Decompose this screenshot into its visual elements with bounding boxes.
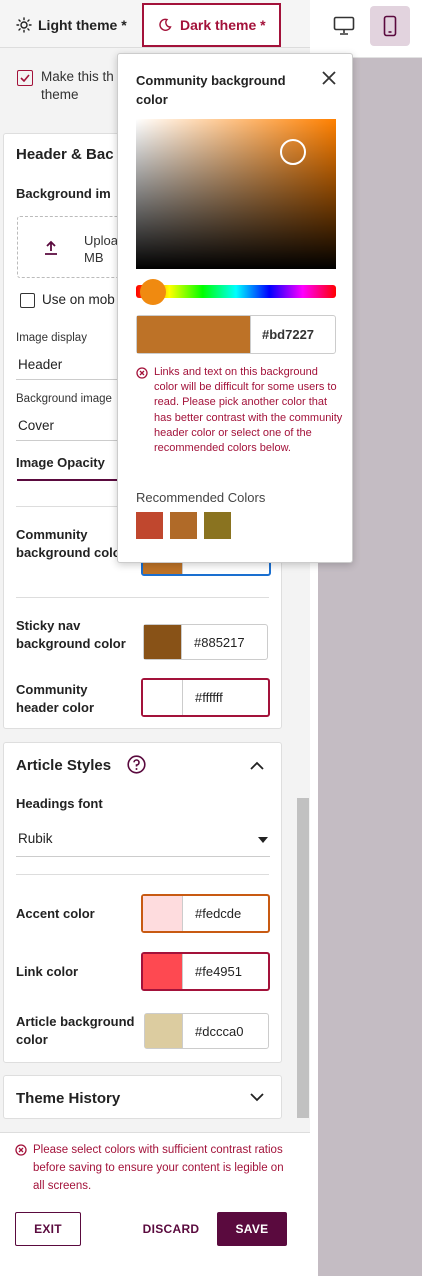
sticky-nav-swatch: [144, 625, 182, 659]
desktop-icon: [333, 16, 355, 35]
saturation-handle[interactable]: [280, 139, 306, 165]
popup-title: Community background color: [136, 73, 286, 107]
footer-error-message: Please select colors with sufficient con…: [33, 1144, 284, 1192]
article-bg-label: Article background color: [16, 1014, 135, 1047]
discard-button[interactable]: DISCARD: [137, 1212, 205, 1246]
sticky-nav-color-input[interactable]: #885217: [143, 624, 268, 660]
bg-image-mode-value: Cover: [18, 418, 55, 433]
recommended-color-3[interactable]: [204, 512, 231, 539]
accent-color-input[interactable]: #fedcde: [141, 894, 270, 933]
saturation-value-area[interactable]: [136, 119, 336, 269]
mobile-icon: [383, 15, 397, 37]
section-title-article: Article Styles: [16, 757, 112, 774]
upload-line1: Uploa: [84, 233, 118, 248]
scrollbar-thumb[interactable]: [297, 798, 309, 1118]
link-swatch: [143, 954, 183, 989]
sticky-nav-label: Sticky nav background color: [16, 618, 126, 651]
article-styles-card: Article Styles Headings font Rubik Accen…: [3, 742, 282, 1063]
save-button[interactable]: SAVE: [217, 1212, 287, 1246]
recommended-colors-label: Recommended Colors: [136, 490, 266, 505]
article-bg-color-input[interactable]: #dccca0: [144, 1013, 269, 1049]
image-display-label: Image display: [16, 332, 87, 344]
section-title-header-bg: Header & Bac: [16, 146, 114, 163]
tab-light-label: Light theme *: [38, 17, 127, 33]
divider: [16, 874, 269, 875]
article-bg-swatch: [145, 1014, 183, 1048]
community-header-color-input[interactable]: #ffffff: [141, 678, 270, 717]
sticky-nav-hex: #885217: [194, 634, 245, 650]
upload-line2: MB: [84, 250, 104, 265]
moon-icon: [159, 18, 172, 31]
error-icon: [15, 1144, 27, 1156]
hue-slider[interactable]: [136, 279, 336, 305]
chevron-down-icon: [250, 1093, 264, 1102]
make-default-label: Make this th theme: [41, 68, 114, 104]
link-hex: #fe4951: [195, 964, 242, 979]
image-opacity-slider[interactable]: [17, 479, 120, 481]
error-icon: [136, 367, 148, 379]
use-on-mobile-checkbox[interactable]: [20, 293, 35, 308]
upload-text: Uploa MB: [84, 232, 118, 266]
bg-image-mode-label: Background image: [16, 393, 112, 405]
image-opacity-label: Image Opacity: [16, 455, 105, 470]
help-circle-icon[interactable]: [127, 755, 146, 774]
make-default-checkbox[interactable]: [17, 70, 33, 86]
link-color-input[interactable]: #fe4951: [141, 952, 270, 991]
community-header-hex: #ffffff: [195, 690, 223, 705]
article-bg-hex: #dccca0: [195, 1023, 244, 1039]
theme-history-card[interactable]: Theme History: [3, 1075, 282, 1119]
accent-label: Accent color: [16, 906, 95, 921]
contrast-warning: Links and text on this background color …: [154, 366, 343, 455]
divider: [16, 597, 269, 598]
accent-swatch: [143, 896, 183, 931]
recommended-color-2[interactable]: [170, 512, 197, 539]
color-picker-popup: Community background color #bd7227 Links…: [117, 53, 353, 563]
upload-icon: [45, 240, 57, 255]
link-label: Link color: [16, 964, 79, 979]
tab-light-theme[interactable]: Light theme *: [6, 3, 142, 47]
tab-dark-label: Dark theme *: [180, 17, 266, 33]
bg-image-mode-select[interactable]: Cover: [16, 405, 126, 441]
headings-font-value: Rubik: [18, 831, 53, 846]
device-toggle-bar: [310, 0, 422, 58]
community-header-swatch: [143, 680, 183, 715]
sun-icon: [16, 17, 32, 33]
mobile-view-button[interactable]: [370, 6, 410, 46]
caret-down-icon: [258, 837, 268, 843]
check-icon: [20, 74, 30, 82]
headings-font-select[interactable]: Rubik: [16, 821, 270, 857]
theme-tabs: Light theme * Dark theme *: [0, 0, 310, 48]
headings-font-label: Headings font: [16, 796, 103, 811]
footer: Please select colors with sufficient con…: [0, 1132, 310, 1276]
close-icon[interactable]: [322, 71, 336, 85]
popup-hex: #bd7227: [262, 327, 315, 342]
section-title-history: Theme History: [16, 1090, 121, 1107]
exit-button[interactable]: EXIT: [15, 1212, 81, 1246]
tab-dark-theme[interactable]: Dark theme *: [142, 3, 281, 47]
use-on-mobile-label: Use on mob: [42, 292, 115, 307]
hue-handle[interactable]: [140, 279, 166, 305]
popup-hex-input[interactable]: #bd7227: [136, 315, 336, 354]
popup-swatch: [137, 316, 251, 353]
desktop-view-button[interactable]: [324, 6, 364, 46]
image-display-select[interactable]: Header: [16, 344, 126, 380]
bg-image-label: Background im: [16, 186, 111, 201]
image-display-value: Header: [18, 357, 63, 372]
community-bg-label: Community background color: [16, 527, 126, 560]
make-default-line1: Make this th: [41, 69, 114, 84]
community-header-label: Community header color: [16, 682, 95, 715]
accent-hex: #fedcde: [195, 906, 242, 921]
make-default-line2: theme: [41, 87, 79, 102]
recommended-color-1[interactable]: [136, 512, 163, 539]
chevron-up-icon[interactable]: [250, 761, 264, 770]
